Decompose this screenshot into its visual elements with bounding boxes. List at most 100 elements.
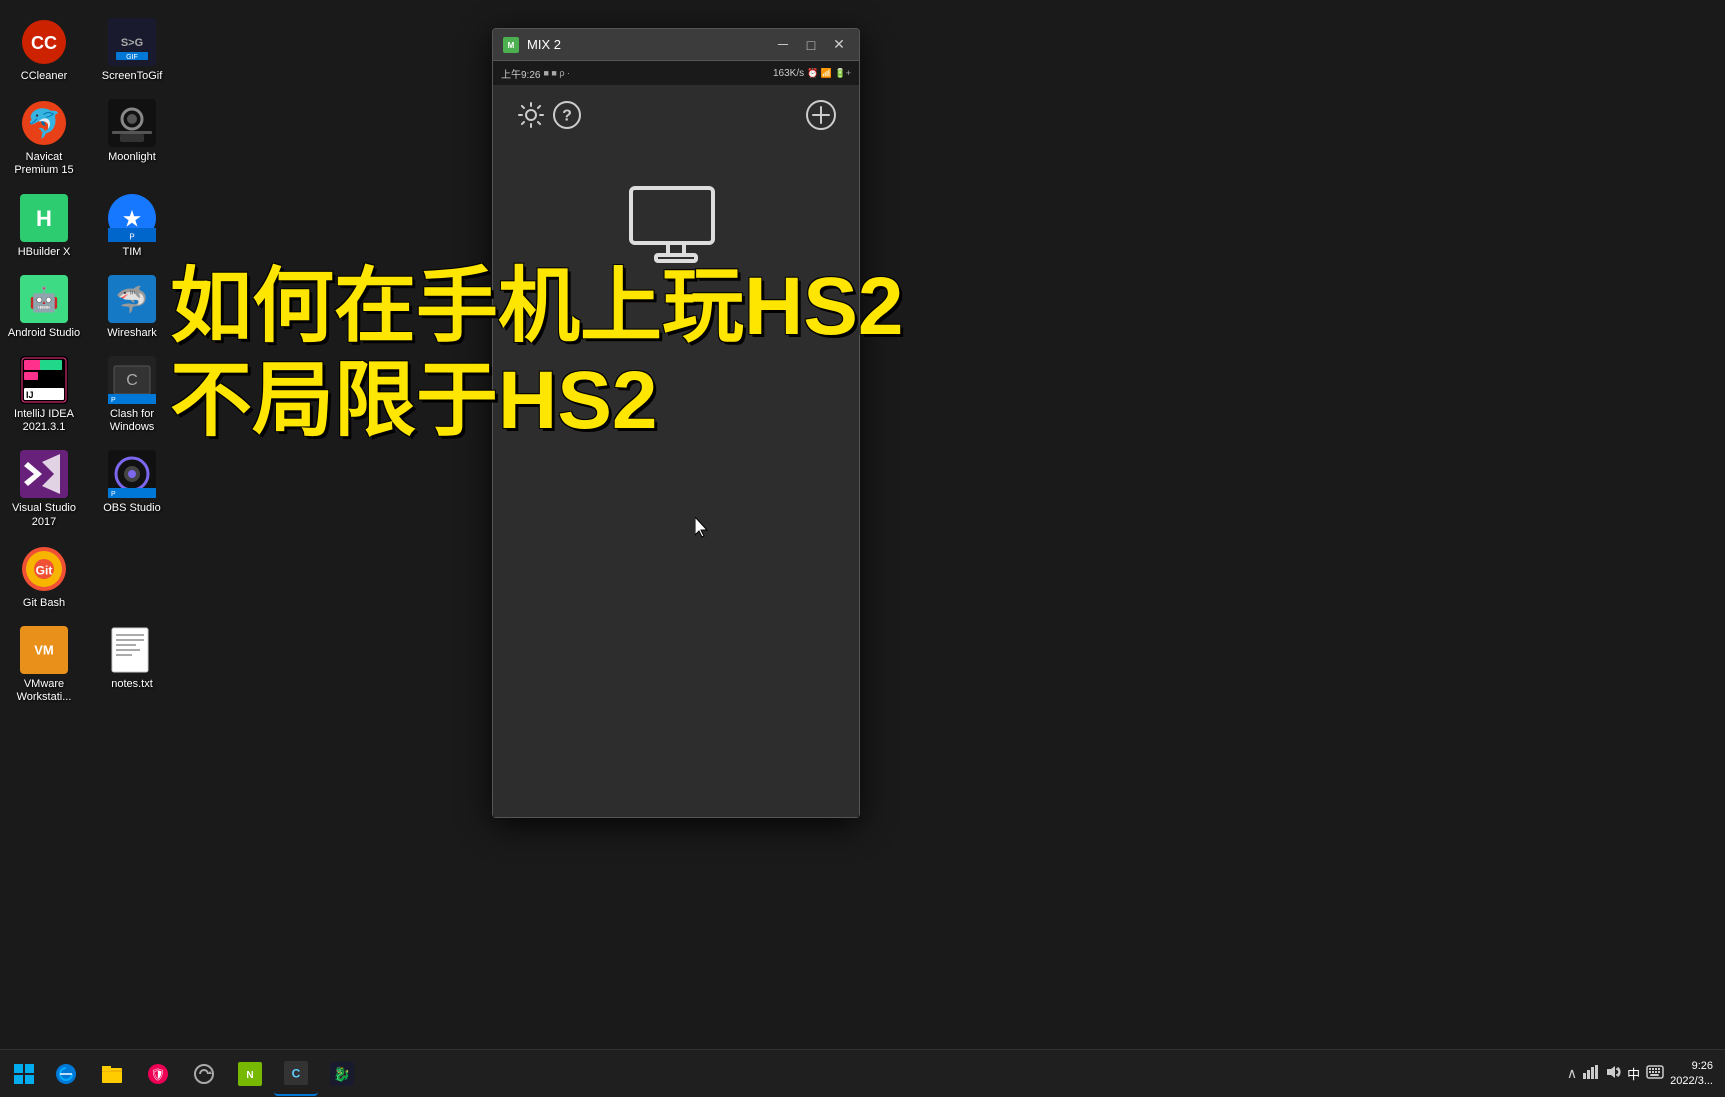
monitor-icon [626,183,726,268]
clock-date: 2022/3... [1670,1074,1713,1088]
icon-visual-studio[interactable]: Visual Studio 2017 [0,442,88,536]
window-app-icon: M [503,37,519,53]
icon-screentogif-label: ScreenToGif [102,70,163,83]
taskbar-clash[interactable]: C [274,1052,318,1096]
svg-text:🐬: 🐬 [27,106,62,140]
icon-git-bash[interactable]: Git Git Bash [0,537,88,618]
status-network-icons: ⏰ 📶 🔋+ [807,68,851,79]
taskbar-app3[interactable]: 🛡 [136,1052,180,1096]
svg-text:IJ: IJ [26,390,34,400]
settings-button[interactable] [513,97,549,133]
icon-tim[interactable]: ★ P TIM [88,186,176,267]
svg-text:P: P [129,232,134,241]
icon-obs-studio[interactable]: P OBS Studio [88,442,176,536]
icon-intellij[interactable]: IJ p IntelliJ IDEA 2021.3.1 [0,348,88,442]
svg-text:GIF: GIF [126,54,138,61]
icon-navicat[interactable]: 🐬 Navicat Premium 15 [0,91,88,185]
icon-row-0: CC CCleaner S>G GIF ScreenToGif [0,10,180,91]
start-button[interactable] [4,1054,44,1094]
icon-wireshark[interactable]: 🦈 Wireshark [88,267,176,348]
svg-text:🛡: 🛡 [150,1067,165,1081]
tray-keyboard-icon[interactable] [1646,1065,1664,1082]
status-time: 上午9:26 [501,66,540,81]
icon-row-3: 🤖 Android Studio 🦈 Wireshark [0,267,180,348]
taskbar: 🛡 N C [0,1049,1725,1097]
phone-main-area [493,145,859,817]
window-minimize-button[interactable]: － [773,37,793,53]
add-button[interactable] [803,97,839,133]
desktop-icons-area: CC CCleaner S>G GIF ScreenToGif [0,10,180,712]
taskbar-app7[interactable]: 🐉 [320,1052,364,1096]
taskbar-app4[interactable] [182,1052,226,1096]
tray-network-icon[interactable] [1583,1065,1599,1082]
phone-app-content: ? [493,85,859,817]
window-titlebar: M MIX 2 － □ ✕ [493,29,859,61]
icon-row-6: Git Git Bash [0,537,180,618]
icon-clash-label: Clash for Windows [92,408,172,434]
icon-moonlight[interactable]: Moonlight [88,91,176,185]
status-bar-right: 163K/s ⏰ 📶 🔋+ [773,68,851,79]
icon-vs-label: Visual Studio 2017 [4,502,84,528]
svg-text:C: C [126,372,138,389]
monitor-icon-container [616,175,736,275]
icon-wireshark-label: Wireshark [107,327,157,340]
icon-android-studio[interactable]: 🤖 Android Studio [0,267,88,348]
icon-git-label: Git Bash [23,597,65,610]
icon-hbuilder-label: HBuilder X [18,246,71,259]
icon-ccleaner[interactable]: CC CCleaner [0,10,88,91]
icon-obs-label: OBS Studio [103,502,160,515]
clock-time: 9:26 [1670,1059,1713,1073]
icon-android-label: Android Studio [8,327,80,340]
svg-text:VM: VM [34,642,54,657]
tray-volume-icon[interactable] [1605,1065,1621,1082]
svg-text:P: P [111,397,116,404]
svg-text:N: N [246,1069,253,1080]
svg-text:M: M [508,40,515,49]
desktop [0,0,1725,1097]
tray-show-hidden[interactable]: ∧ [1567,1065,1577,1082]
phone-app-toolbar: ? [493,85,859,145]
system-clock[interactable]: 9:26 2022/3... [1670,1059,1713,1088]
tray-lang-icon[interactable]: 中 [1627,1064,1640,1083]
icon-hbuilder[interactable]: H HBuilder X [0,186,88,267]
svg-text:🐉: 🐉 [333,1065,350,1082]
icon-tim-label: TIM [123,246,142,259]
icon-ccleaner-label: CCleaner [21,70,67,83]
icon-notes[interactable]: notes.txt [88,618,176,712]
system-tray: ∧ 中 [1567,1059,1721,1088]
svg-text:P: P [111,491,116,498]
icon-row-5: Visual Studio 2017 P OBS Studio [0,442,180,536]
help-button[interactable]: ? [549,97,585,133]
svg-text:S>G: S>G [121,37,143,49]
status-icons: ■ ■ ρ · [543,68,570,78]
taskbar-explorer[interactable] [90,1052,134,1096]
svg-text:CC: CC [31,33,57,53]
icon-screentogif[interactable]: S>G GIF ScreenToGif [88,10,176,91]
icon-row-7: VM VMware Workstati... notes.txt [0,618,180,712]
svg-text:🦈: 🦈 [116,284,148,314]
taskbar-edge[interactable] [44,1052,88,1096]
taskbar-apps: 🛡 N C [44,1052,1567,1096]
svg-text:H: H [36,206,52,231]
icon-clash-for-windows[interactable]: C P Clash for Windows [88,348,176,442]
window-close-button[interactable]: ✕ [829,37,849,53]
icon-vmware-label: VMware Workstati... [4,678,84,704]
svg-text:p: p [44,403,48,404]
window-maximize-button[interactable]: □ [801,37,821,53]
svg-text:?: ? [562,108,572,125]
icon-navicat-label: Navicat Premium 15 [4,151,84,177]
icon-row-1: 🐬 Navicat Premium 15 Moonlight [0,91,180,185]
window-controls: － □ ✕ [773,37,849,53]
svg-text:🤖: 🤖 [29,285,59,313]
taskbar-nvidia[interactable]: N [228,1052,272,1096]
svg-text:Git: Git [36,563,53,577]
window-title: MIX 2 [527,37,773,52]
phone-window: M MIX 2 － □ ✕ 上午9:26 ■ ■ ρ · 163K/s ⏰ 📶 … [492,28,860,818]
icon-row-4: IJ p IntelliJ IDEA 2021.3.1 C P Clash fo… [0,348,180,442]
status-bar-left: 上午9:26 ■ ■ ρ · [501,66,570,81]
status-speed: 163K/s [773,68,804,79]
icon-row-2: H HBuilder X ★ P TIM [0,186,180,267]
svg-text:★: ★ [123,208,141,230]
icon-notes-label: notes.txt [111,678,153,691]
icon-vmware[interactable]: VM VMware Workstati... [0,618,88,712]
